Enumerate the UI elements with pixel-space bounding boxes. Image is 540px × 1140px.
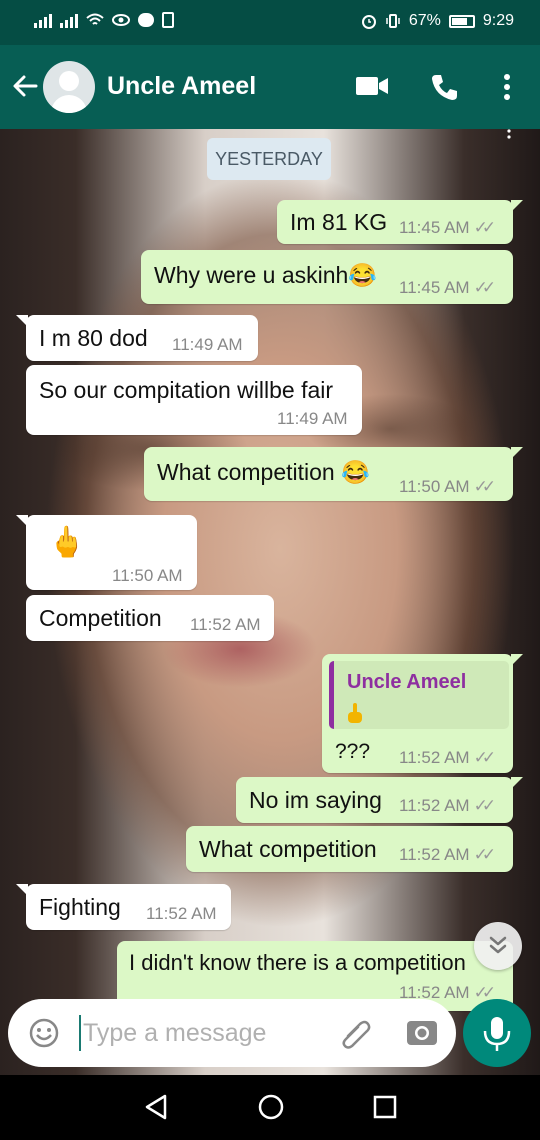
status-left-icons <box>34 12 174 28</box>
message-incoming[interactable]: Fighting 11:52 AM <box>16 884 231 930</box>
system-nav-bar <box>0 1075 540 1140</box>
message-time: 11:52 AM ✓✓ <box>399 796 496 815</box>
message-input[interactable]: Type a message <box>83 1019 266 1048</box>
read-ticks-icon: ✓✓ <box>473 796 496 815</box>
message-time: 11:52 AM <box>190 615 261 634</box>
scroll-down-button[interactable] <box>474 922 522 970</box>
message-time: 11:52 AM ✓✓ <box>399 845 496 864</box>
download-icon <box>162 12 174 28</box>
back-arrow-icon[interactable] <box>10 71 40 101</box>
message-text: Im 81 KG <box>290 209 388 235</box>
message-time: 11:50 AM ✓✓ <box>399 477 496 496</box>
message-time: 11:52 AM <box>146 904 217 923</box>
message-text: ??? <box>335 740 371 763</box>
message-outgoing[interactable]: Im 81 KG 11:45 AM ✓✓ <box>277 200 523 244</box>
message-time: 11:45 AM ✓✓ <box>399 218 496 237</box>
status-right-icons: 67% 9:29 <box>361 12 514 30</box>
chat-header: Uncle Ameel <box>0 45 540 129</box>
more-options-icon[interactable] <box>503 73 511 101</box>
quoted-sender-name: Uncle Ameel <box>347 671 467 693</box>
status-time: 9:29 <box>482 12 514 29</box>
signal-2-icon <box>60 12 78 28</box>
message-text: Fighting <box>39 894 121 920</box>
message-outgoing[interactable]: What competition 😂 11:50 AM ✓✓ <box>144 447 523 501</box>
read-ticks-icon: ✓✓ <box>473 845 496 864</box>
nav-home-icon[interactable] <box>257 1093 285 1121</box>
mic-button[interactable] <box>463 999 531 1067</box>
message-text: Why were u askinh😂 <box>154 262 377 288</box>
message-text: Competition <box>39 605 162 631</box>
message-outgoing[interactable]: What competition 11:52 AM ✓✓ <box>186 826 513 872</box>
nav-back-icon[interactable] <box>143 1093 169 1121</box>
message-time: 11:49 AM <box>172 335 243 354</box>
message-text: I didn't know there is a competition <box>129 950 466 975</box>
message-input-bar[interactable]: Type a message <box>8 999 456 1067</box>
eye-icon <box>112 14 130 26</box>
vibrate-icon <box>386 14 400 28</box>
message-incoming[interactable]: 🖕 11:50 AM <box>16 515 197 590</box>
read-ticks-icon: ✓✓ <box>473 748 496 767</box>
quoted-message[interactable]: Uncle Ameel <box>329 661 509 729</box>
wifi-icon <box>86 13 104 25</box>
message-incoming[interactable]: So our compitation willbe fair 11:49 AM <box>26 365 362 435</box>
read-ticks-icon: ✓✓ <box>473 278 496 297</box>
attach-icon[interactable] <box>338 1016 372 1050</box>
date-chip: YESTERDAY <box>207 138 331 180</box>
battery-icon <box>448 14 475 28</box>
phone-icon[interactable] <box>430 72 460 102</box>
status-bar: 67% 9:29 <box>0 0 540 45</box>
message-text: I m 80 dod <box>39 325 148 351</box>
emoji-icon[interactable] <box>28 1017 60 1049</box>
quoted-emoji-icon <box>348 703 362 723</box>
message-text: What competition <box>199 836 377 862</box>
alarm-icon <box>361 15 376 29</box>
chat-notification-icon <box>138 13 154 27</box>
read-ticks-icon: ✓✓ <box>473 218 496 237</box>
contact-name[interactable]: Uncle Ameel <box>107 72 256 101</box>
message-text: What competition 😂 <box>157 459 370 485</box>
message-text: No im saying <box>249 787 382 813</box>
read-ticks-icon: ✓✓ <box>473 477 496 496</box>
overlay-dots-icon <box>507 129 511 139</box>
message-time: 11:50 AM <box>112 566 183 585</box>
nav-recents-icon[interactable] <box>373 1095 397 1119</box>
camera-icon[interactable] <box>406 1017 438 1047</box>
video-call-icon[interactable] <box>355 75 389 97</box>
message-incoming[interactable]: I m 80 dod 11:49 AM <box>16 315 258 361</box>
chat-area[interactable]: YESTERDAY Im 81 KG 11:45 AM ✓✓ Why were u… <box>0 129 540 1075</box>
message-text: So our compitation willbe fair <box>39 377 334 403</box>
signal-icon <box>34 12 52 28</box>
message-outgoing-reply[interactable]: Uncle Ameel ??? 11:52 AM ✓✓ <box>322 654 523 773</box>
mic-icon <box>483 1017 511 1051</box>
message-time: 11:45 AM ✓✓ <box>399 278 496 297</box>
message-time: 11:49 AM <box>277 409 348 428</box>
message-incoming[interactable]: Competition 11:52 AM <box>26 595 274 641</box>
message-outgoing[interactable]: No im saying 11:52 AM ✓✓ <box>236 777 523 823</box>
message-time: 11:52 AM ✓✓ <box>399 748 496 767</box>
text-cursor <box>79 1015 81 1051</box>
message-emoji: 🖕 <box>48 526 86 559</box>
avatar[interactable] <box>43 61 95 113</box>
message-outgoing[interactable]: Why were u askinh😂 11:45 AM ✓✓ <box>141 250 513 304</box>
scroll-down-icon <box>489 936 507 954</box>
battery-percent: 67% <box>408 12 441 29</box>
